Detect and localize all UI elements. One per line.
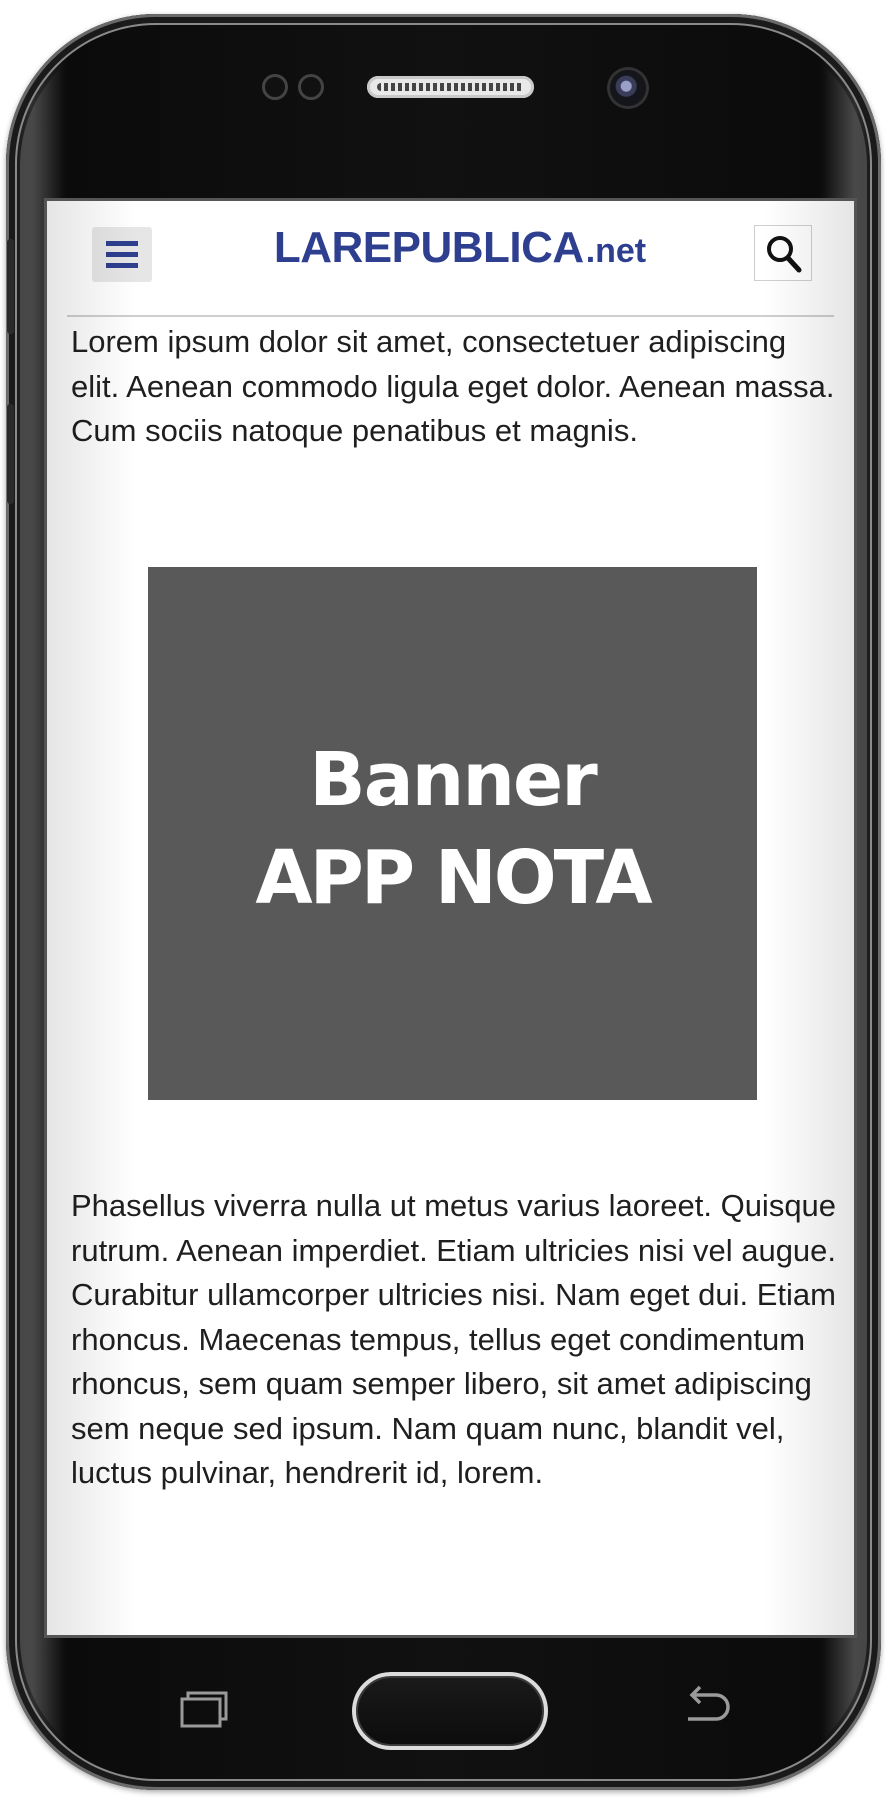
front-camera-icon bbox=[610, 70, 646, 106]
app-header: LAREPUBLICA .net bbox=[47, 201, 854, 317]
volume-button bbox=[6, 239, 14, 334]
logo-wordmark: LAREPUBLICA bbox=[273, 223, 584, 272]
hamburger-menu-icon[interactable] bbox=[92, 227, 152, 282]
article-paragraph-2: Phasellus viverra nulla ut metus varius … bbox=[71, 1188, 837, 1490]
article-paragraph-1: Lorem ipsum dolor sit amet, consectetuer… bbox=[71, 324, 835, 448]
recent-apps-icon[interactable] bbox=[178, 1689, 230, 1729]
earpiece-speaker bbox=[367, 76, 534, 98]
search-button[interactable] bbox=[754, 225, 812, 281]
banner-subtitle: APP NOTA bbox=[255, 834, 652, 921]
logo-domain: .net bbox=[585, 232, 647, 270]
power-button bbox=[6, 404, 14, 504]
light-sensor-icon bbox=[298, 74, 324, 100]
proximity-sensor-icon bbox=[262, 74, 288, 100]
back-arrow-icon[interactable] bbox=[680, 1683, 732, 1729]
banner-ad[interactable]: Banner APP NOTA bbox=[148, 567, 757, 1100]
search-icon bbox=[767, 236, 802, 273]
site-logo[interactable]: LAREPUBLICA .net bbox=[255, 223, 665, 285]
app-screen: LAREPUBLICA .net Lorem ipsum dolor sit a… bbox=[47, 201, 854, 1635]
banner-title: Banner bbox=[309, 736, 597, 823]
header-divider bbox=[67, 315, 834, 317]
home-button-icon[interactable] bbox=[352, 1672, 548, 1750]
